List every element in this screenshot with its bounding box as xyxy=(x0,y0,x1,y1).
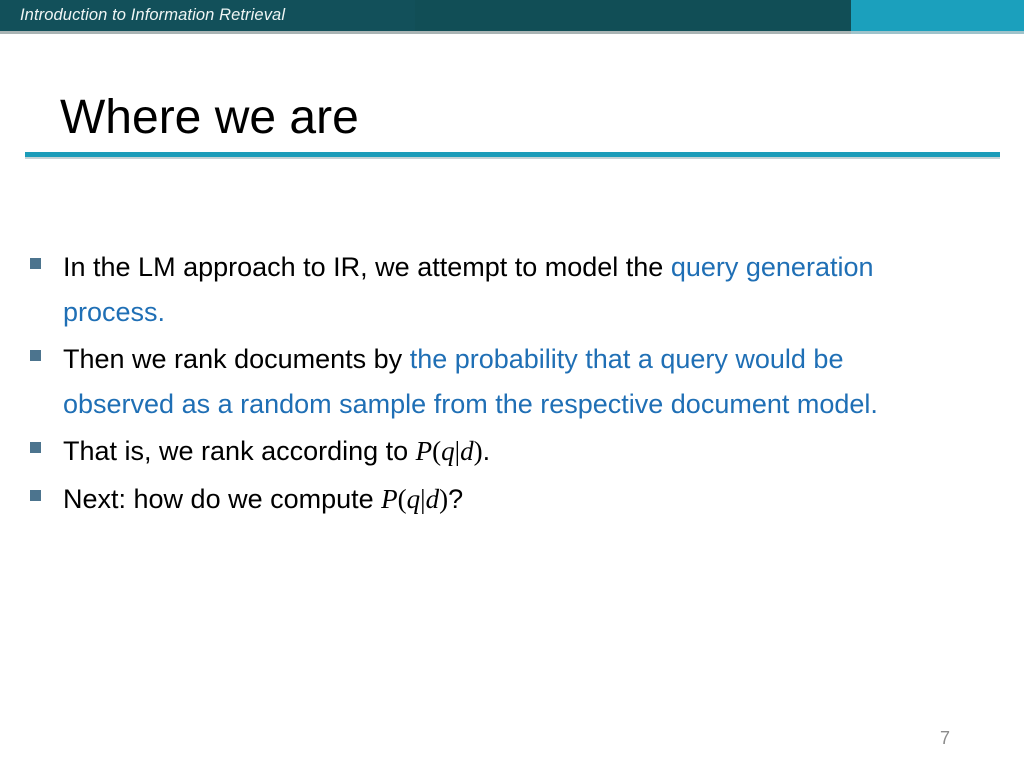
bullet-text: In the LM approach to IR, we attempt to … xyxy=(63,252,874,327)
bullet-text: Then we rank documents by the probabilit… xyxy=(63,344,878,419)
plain-text: That is, we rank according to xyxy=(63,436,416,466)
slide-body: In the LM approach to IR, we attempt to … xyxy=(30,245,960,524)
math-expression: P(q|d) xyxy=(381,483,449,514)
plain-text: Then we rank documents by xyxy=(63,344,410,374)
header-accent-panel xyxy=(851,0,1024,31)
header-underline-accent xyxy=(851,31,1024,34)
bullet-text: Next: how do we compute P(q|d)? xyxy=(63,484,463,514)
plain-text: In the LM approach to IR, we attempt to … xyxy=(63,252,671,282)
plain-text: Next: how do we compute xyxy=(63,483,382,514)
bullet-text: That is, we rank according to P(q|d). xyxy=(63,436,490,466)
list-item: Then we rank documents by the probabilit… xyxy=(30,337,960,426)
title-divider-shadow xyxy=(25,157,1000,159)
list-item: That is, we rank according to P(q|d). xyxy=(30,429,960,474)
math-expression: P(q|d) xyxy=(415,436,483,466)
list-item: Next: how do we compute P(q|d)? xyxy=(30,477,960,522)
square-bullet-icon xyxy=(30,258,41,269)
slide-header-band: Introduction to Information Retrieval xyxy=(0,0,1024,31)
plain-text: ? xyxy=(448,483,464,514)
page-title: Where we are xyxy=(60,91,359,144)
square-bullet-icon xyxy=(30,350,41,361)
list-item: In the LM approach to IR, we attempt to … xyxy=(30,245,960,334)
plain-text: . xyxy=(482,436,491,466)
square-bullet-icon xyxy=(30,489,41,501)
page-number: 7 xyxy=(940,728,951,748)
square-bullet-icon xyxy=(30,442,41,453)
course-title: Introduction to Information Retrieval xyxy=(20,6,286,24)
